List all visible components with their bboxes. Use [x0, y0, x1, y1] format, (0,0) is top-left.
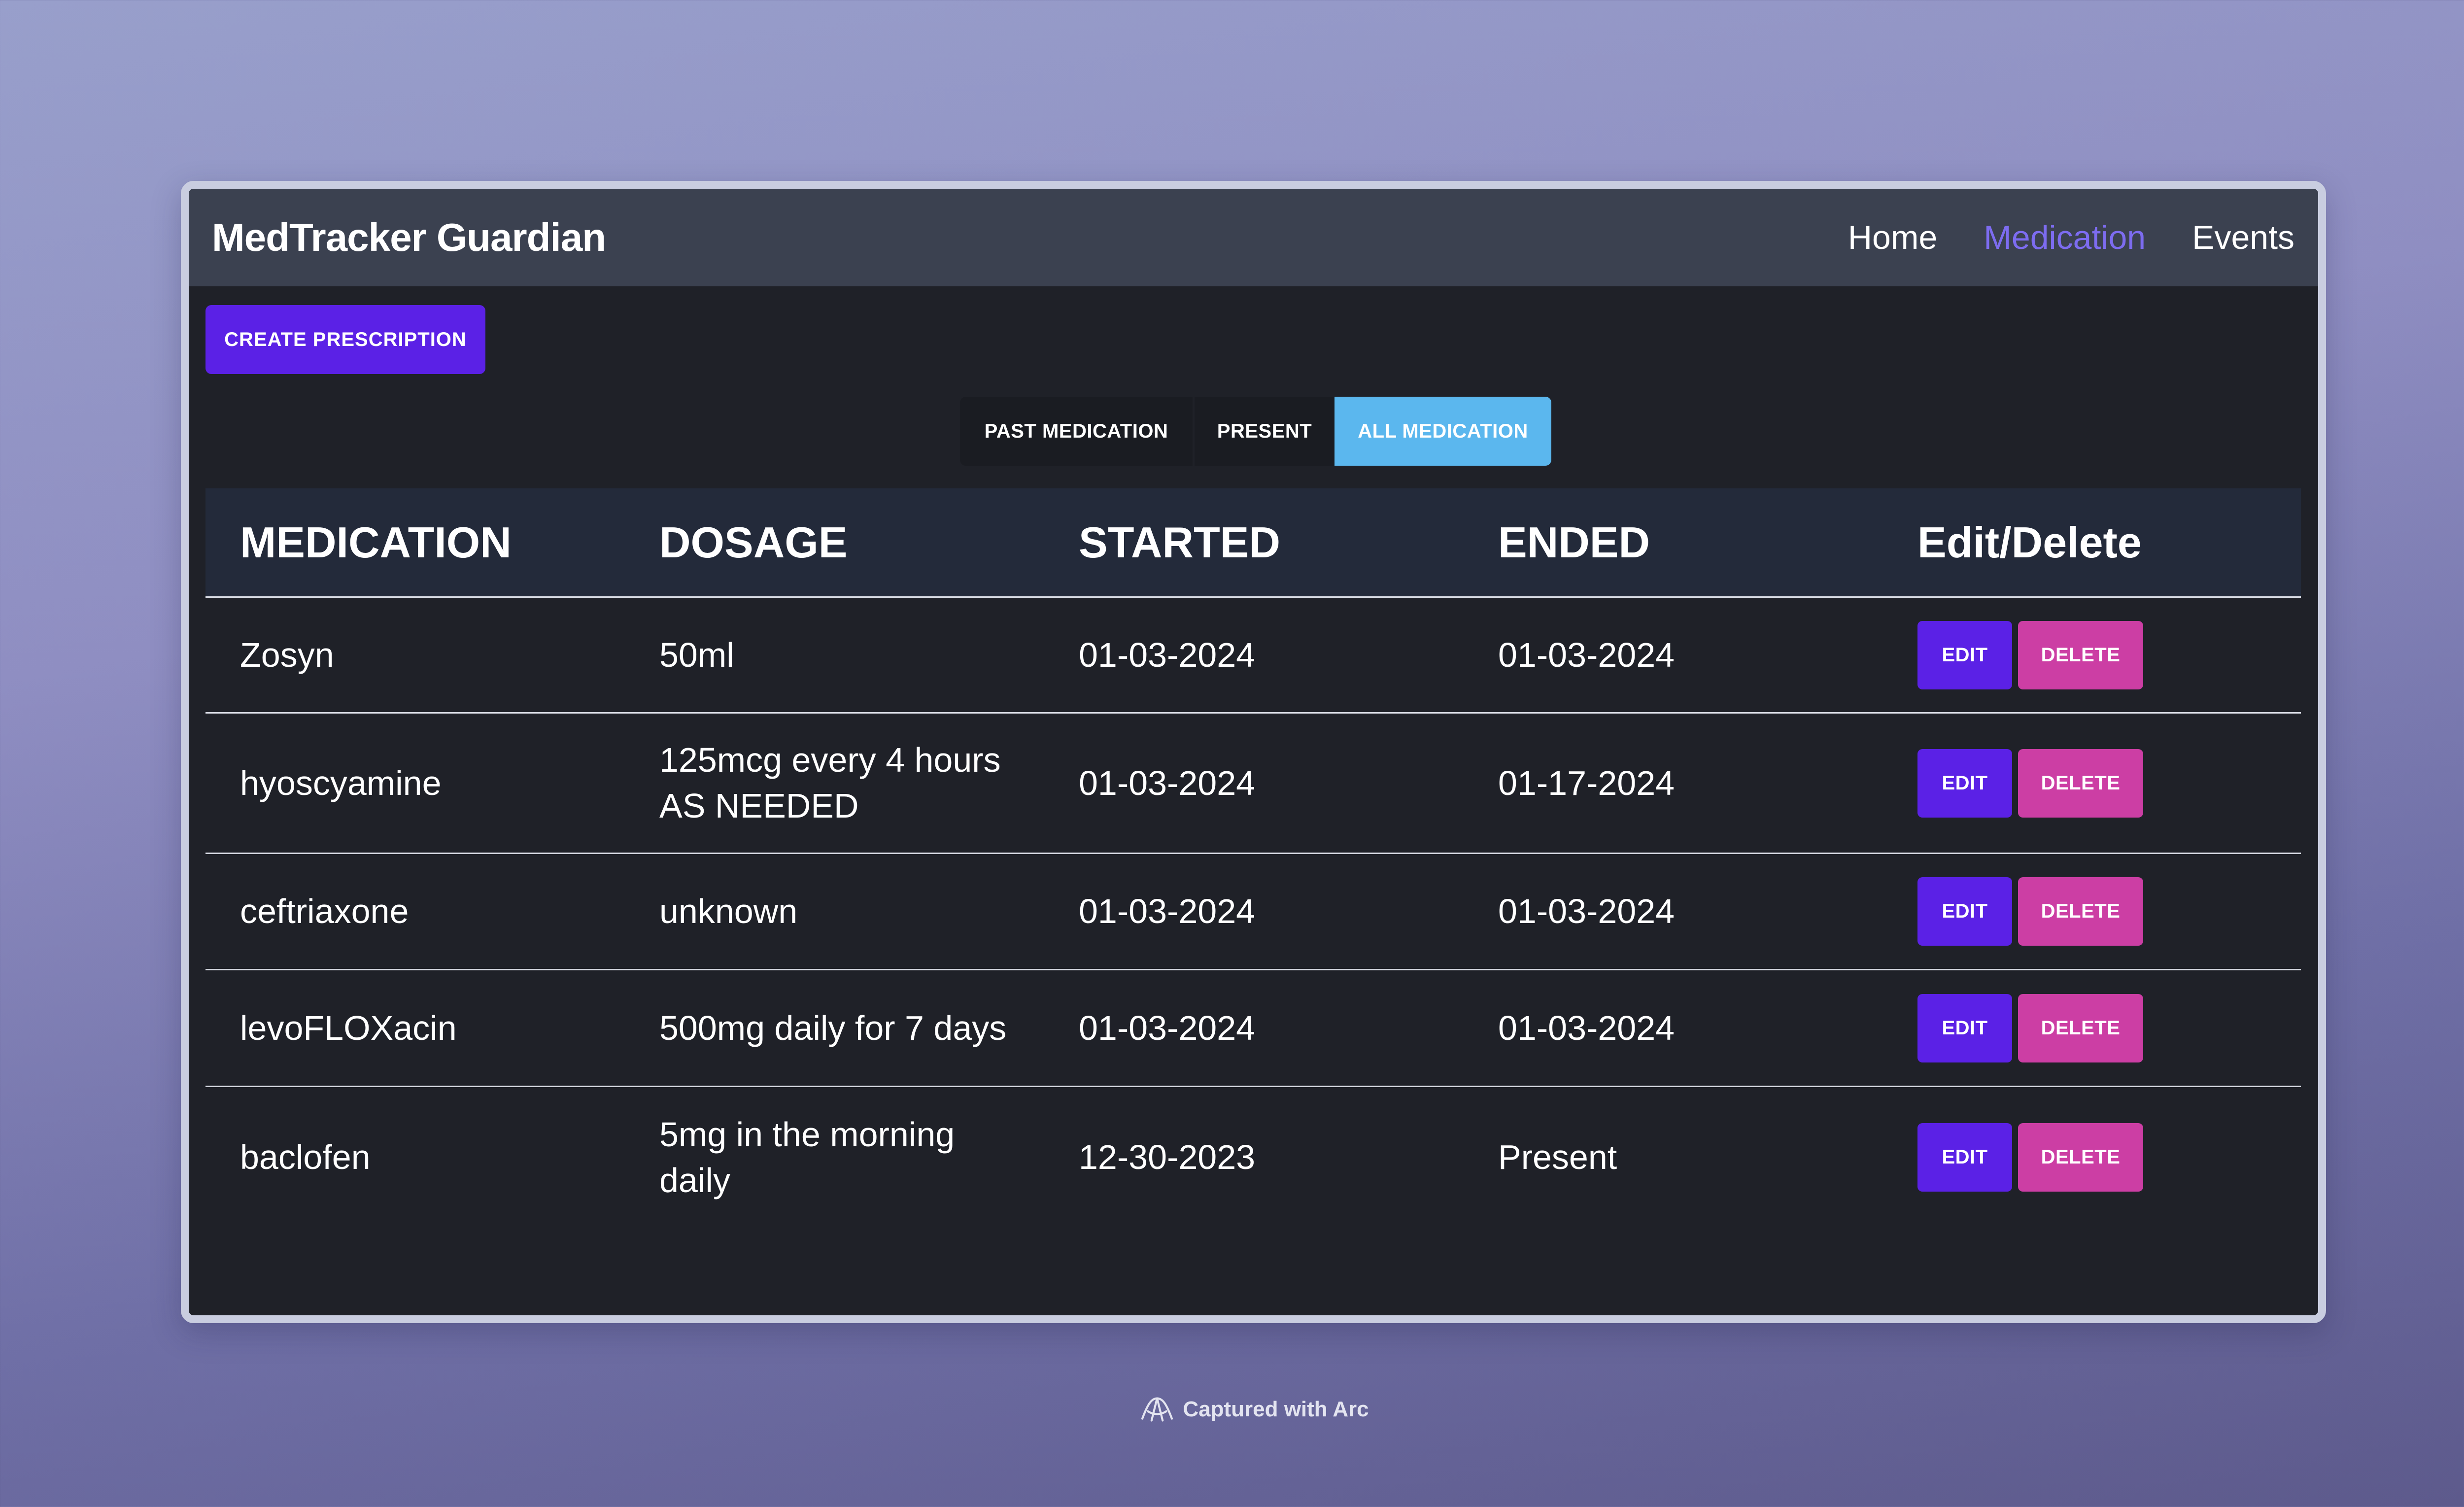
header-medication: MEDICATION — [240, 517, 512, 567]
cell-started: 01-03-2024 — [1079, 1008, 1256, 1047]
cell-actions: EDIT DELETE — [1883, 1123, 2301, 1192]
table-row: levoFLOXacin 500mg daily for 7 days 01-0… — [205, 970, 2301, 1087]
header-dosage: DOSAGE — [659, 517, 848, 567]
capture-footer: Captured with Arc — [0, 1395, 2464, 1424]
cell-dosage: unknown — [659, 892, 798, 930]
edit-button[interactable]: EDIT — [1917, 749, 2012, 818]
header-ended: ENDED — [1498, 517, 1650, 567]
medication-table: MEDICATION DOSAGE STARTED ENDED Edit/Del… — [205, 488, 2301, 1228]
table-row: ceftriaxone unknown 01-03-2024 01-03-202… — [205, 854, 2301, 970]
cell-ended: 01-17-2024 — [1498, 763, 1675, 802]
cell-actions: EDIT DELETE — [1883, 749, 2301, 818]
cell-dosage: 5mg in the morning daily — [659, 1115, 955, 1199]
cell-ended: 01-03-2024 — [1498, 892, 1675, 930]
cell-ended: Present — [1498, 1138, 1617, 1176]
table-row: hyoscyamine 125mcg every 4 hours AS NEED… — [205, 714, 2301, 854]
cell-ended: 01-03-2024 — [1498, 635, 1675, 674]
app-window: MedTracker Guardian Home Medication Even… — [181, 181, 2326, 1323]
cell-dosage: 500mg daily for 7 days — [659, 1008, 1007, 1047]
cell-actions: EDIT DELETE — [1883, 877, 2301, 946]
edit-button[interactable]: EDIT — [1917, 620, 2012, 689]
cell-medication: hyoscyamine — [240, 763, 442, 802]
delete-button[interactable]: DELETE — [2018, 749, 2143, 818]
cell-medication: Zosyn — [240, 635, 334, 674]
delete-button[interactable]: DELETE — [2018, 1123, 2143, 1192]
edit-button[interactable]: EDIT — [1917, 993, 2012, 1062]
cell-medication: levoFLOXacin — [240, 1008, 457, 1047]
filter-all-medication[interactable]: ALL MEDICATION — [1335, 397, 1551, 466]
delete-button[interactable]: DELETE — [2018, 877, 2143, 946]
delete-button[interactable]: DELETE — [2018, 620, 2143, 689]
filter-present[interactable]: PRESENT — [1195, 397, 1335, 466]
arc-logo-icon — [1141, 1397, 1173, 1422]
cell-medication: ceftriaxone — [240, 892, 409, 930]
filter-past-medication[interactable]: PAST MEDICATION — [960, 397, 1193, 466]
cell-started: 01-03-2024 — [1079, 892, 1256, 930]
footer-text: Captured with Arc — [1183, 1397, 1369, 1421]
table-row: Zosyn 50ml 01-03-2024 01-03-2024 EDIT DE… — [205, 598, 2301, 714]
edit-button[interactable]: EDIT — [1917, 877, 2012, 946]
nav-links: Home Medication Events — [1848, 189, 2294, 286]
cell-dosage: 125mcg every 4 hours AS NEEDED — [659, 741, 1001, 825]
nav-link-medication[interactable]: Medication — [1984, 218, 2146, 257]
header-edit-delete: Edit/Delete — [1917, 517, 2142, 567]
cell-medication: baclofen — [240, 1138, 371, 1176]
table-header: MEDICATION DOSAGE STARTED ENDED Edit/Del… — [205, 488, 2301, 598]
cell-actions: EDIT DELETE — [1883, 620, 2301, 689]
cell-started: 01-03-2024 — [1079, 635, 1256, 674]
navbar: MedTracker Guardian Home Medication Even… — [189, 189, 2318, 286]
nav-link-home[interactable]: Home — [1848, 218, 1937, 257]
cell-started: 12-30-2023 — [1079, 1138, 1256, 1176]
medication-filter-group: PAST MEDICATION PRESENT ALL MEDICATION — [960, 397, 1551, 466]
edit-button[interactable]: EDIT — [1917, 1123, 2012, 1192]
delete-button[interactable]: DELETE — [2018, 993, 2143, 1062]
cell-started: 01-03-2024 — [1079, 763, 1256, 802]
create-prescription-button[interactable]: CREATE PRESCRIPTION — [205, 305, 485, 374]
cell-dosage: 50ml — [659, 635, 734, 674]
cell-ended: 01-03-2024 — [1498, 1008, 1675, 1047]
brand-title: MedTracker Guardian — [212, 215, 606, 259]
nav-link-events[interactable]: Events — [2192, 218, 2294, 257]
cell-actions: EDIT DELETE — [1883, 993, 2301, 1062]
table-row: baclofen 5mg in the morning daily 12-30-… — [205, 1087, 2301, 1228]
header-started: STARTED — [1079, 517, 1281, 567]
